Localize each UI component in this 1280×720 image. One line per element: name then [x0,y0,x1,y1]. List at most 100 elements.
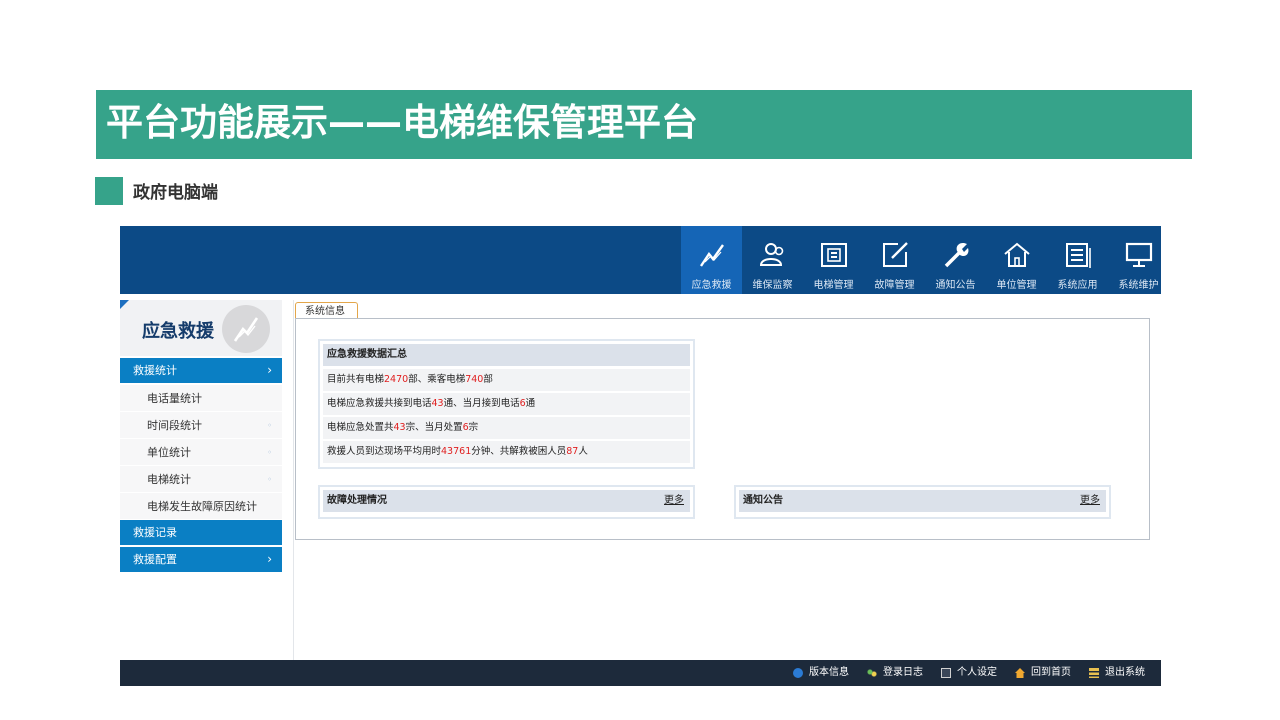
app-screenshot: 应急救援 维保监察 电梯管理 故障管理 通知公告 单位管理 系统应用 系统维护 … [120,226,1161,686]
row-text: 宗 [468,422,479,433]
home-small-icon [1015,668,1025,678]
row-text: 宗、当月处置 [405,422,463,433]
row-value: 43 [393,422,406,433]
nav-label: 电梯管理 [813,280,854,291]
footer-links: 版本信息 登录日志 个人设定 回到首页 退出系统 [775,660,1145,686]
sidebar-subitem-label: 电梯统计 [147,473,191,486]
nav-item-system-maintenance[interactable]: 系统维护 [1108,226,1161,294]
row-value: 87 [566,446,579,457]
content-divider [293,300,294,660]
lightning-chart-icon [700,244,724,267]
row-text: 电梯应急处置共 [327,422,394,433]
footer-link-label: 登录日志 [883,667,923,678]
sidebar-title: 应急救援 [142,321,214,342]
main-nav: 应急救援 维保监察 电梯管理 故障管理 通知公告 单位管理 系统应用 系统维护 [681,226,1161,294]
summary-row: 电梯应急救援共接到电话43通、当月接到电话6通 [323,393,690,415]
subtitle-marker [95,177,123,205]
footer-link-label: 退出系统 [1105,667,1145,678]
panel-title-text: 故障处理情况 [327,495,387,506]
row-text: 通 [525,398,536,409]
more-link[interactable]: 更多 [664,490,684,512]
row-text: 部 [483,374,493,385]
sidebar: 应急救援 救援统计 › 电话量统计 时间段统计 ◦ 单位统计 ◦ 电梯统计 ◦ … [120,300,282,662]
footer-link-label: 版本信息 [809,667,849,678]
slide: 平台功能展示——电梯维保管理平台 政府电脑端 应急救援 维保监察 电梯管理 故障… [0,0,1280,720]
chevron-right-icon: › [267,552,272,566]
exit-icon [1089,668,1099,678]
panel-title: 应急救援数据汇总 [323,344,690,366]
nav-label: 单位管理 [996,280,1037,291]
nav-label: 系统应用 [1057,280,1098,291]
footer-login-log[interactable]: 登录日志 [867,660,923,686]
row-text: 救援人员到达现场平均用时 [327,446,442,457]
footer-version-info[interactable]: 版本信息 [793,660,849,686]
sidebar-item-rescue-statistics[interactable]: 救援统计 › [120,358,282,383]
nav-item-maintenance-supervision[interactable]: 维保监察 [742,226,803,294]
sidebar-subitem-label: 单位统计 [147,446,191,459]
home-icon [1004,242,1030,267]
sidebar-item-rescue-records[interactable]: 救援记录 [120,520,282,545]
sidebar-subitem-label: 电梯发生故障原因统计 [147,500,257,513]
nav-item-notices[interactable]: 通知公告 [925,226,986,294]
expand-marker-icon: ◦ [267,475,272,484]
nav-item-elevator-management[interactable]: 电梯管理 [803,226,864,294]
row-text: 分钟、共解救被困人员 [471,446,567,457]
sidebar-item-label: 救援记录 [133,526,177,539]
row-value: 43761 [441,446,472,457]
footer-home[interactable]: 回到首页 [1015,660,1071,686]
corner-marker [120,300,129,309]
sidebar-subitem-call-volume[interactable]: 电话量统计 [120,385,282,412]
row-text: 电梯应急救援共接到电话 [327,398,432,409]
sidebar-item-rescue-config[interactable]: 救援配置 › [120,547,282,572]
top-navigation-bar: 应急救援 维保监察 电梯管理 故障管理 通知公告 单位管理 系统应用 系统维护 [120,226,1161,294]
nav-item-unit-management[interactable]: 单位管理 [986,226,1047,294]
more-link[interactable]: 更多 [1080,490,1100,512]
footer-personal-settings[interactable]: 个人设定 [941,660,997,686]
sidebar-header: 应急救援 [120,300,282,356]
sidebar-subitem-time-period[interactable]: 时间段统计 ◦ [120,412,282,439]
nav-label: 故障管理 [874,280,915,291]
info-icon [793,668,803,678]
lightning-chart-icon [233,317,259,342]
sidebar-subitem-elevator[interactable]: 电梯统计 ◦ [120,466,282,493]
expand-marker-icon: ◦ [267,448,272,457]
content-frame: 应急救援数据汇总 目前共有电梯2470部、乘客电梯740部 电梯应急救援共接到电… [295,318,1150,540]
nav-label: 通知公告 [935,280,976,291]
row-text: 目前共有电梯 [327,374,385,385]
expand-marker-icon: ◦ [267,421,272,430]
elevator-panel-icon [821,243,847,267]
edit-icon [883,242,908,267]
sidebar-subitem-fault-cause[interactable]: 电梯发生故障原因统计 [120,493,282,520]
summary-row: 目前共有电梯2470部、乘客电梯740部 [323,369,690,391]
panel-title: 通知公告 更多 [739,490,1106,512]
row-text: 人 [578,446,588,457]
users-icon [759,243,784,266]
settings-doc-icon [941,668,951,678]
users-small-icon [867,668,877,678]
chevron-right-icon: › [267,363,272,377]
row-value: 2470 [384,374,409,385]
nav-item-system-apps[interactable]: 系统应用 [1047,226,1108,294]
nav-label: 维保监察 [752,280,793,291]
row-value: 740 [465,374,484,385]
nav-item-fault-management[interactable]: 故障管理 [864,226,925,294]
nav-item-emergency-rescue[interactable]: 应急救援 [681,226,742,294]
wrench-icon [944,242,969,268]
rescue-summary-panel: 应急救援数据汇总 目前共有电梯2470部、乘客电梯740部 电梯应急救援共接到电… [318,339,695,469]
footer-logout[interactable]: 退出系统 [1089,660,1145,686]
nav-label: 应急救援 [691,280,732,291]
sidebar-emblem [222,305,270,353]
footer-bar: 版本信息 登录日志 个人设定 回到首页 退出系统 [120,660,1161,686]
monitor-icon [1125,242,1153,267]
footer-link-label: 回到首页 [1031,667,1071,678]
row-value: 43 [431,398,444,409]
slide-title: 平台功能展示——电梯维保管理平台 [106,101,698,144]
slide-subtitle: 政府电脑端 [133,183,218,203]
nav-label: 系统维护 [1118,280,1159,291]
notice-panel: 通知公告 更多 [734,485,1111,519]
panel-title-text: 通知公告 [743,495,783,506]
sidebar-subitem-unit[interactable]: 单位统计 ◦ [120,439,282,466]
document-icon [1066,243,1091,268]
row-text: 部、乘客电梯 [408,374,466,385]
summary-row: 电梯应急处置共43宗、当月处置6宗 [323,417,690,439]
